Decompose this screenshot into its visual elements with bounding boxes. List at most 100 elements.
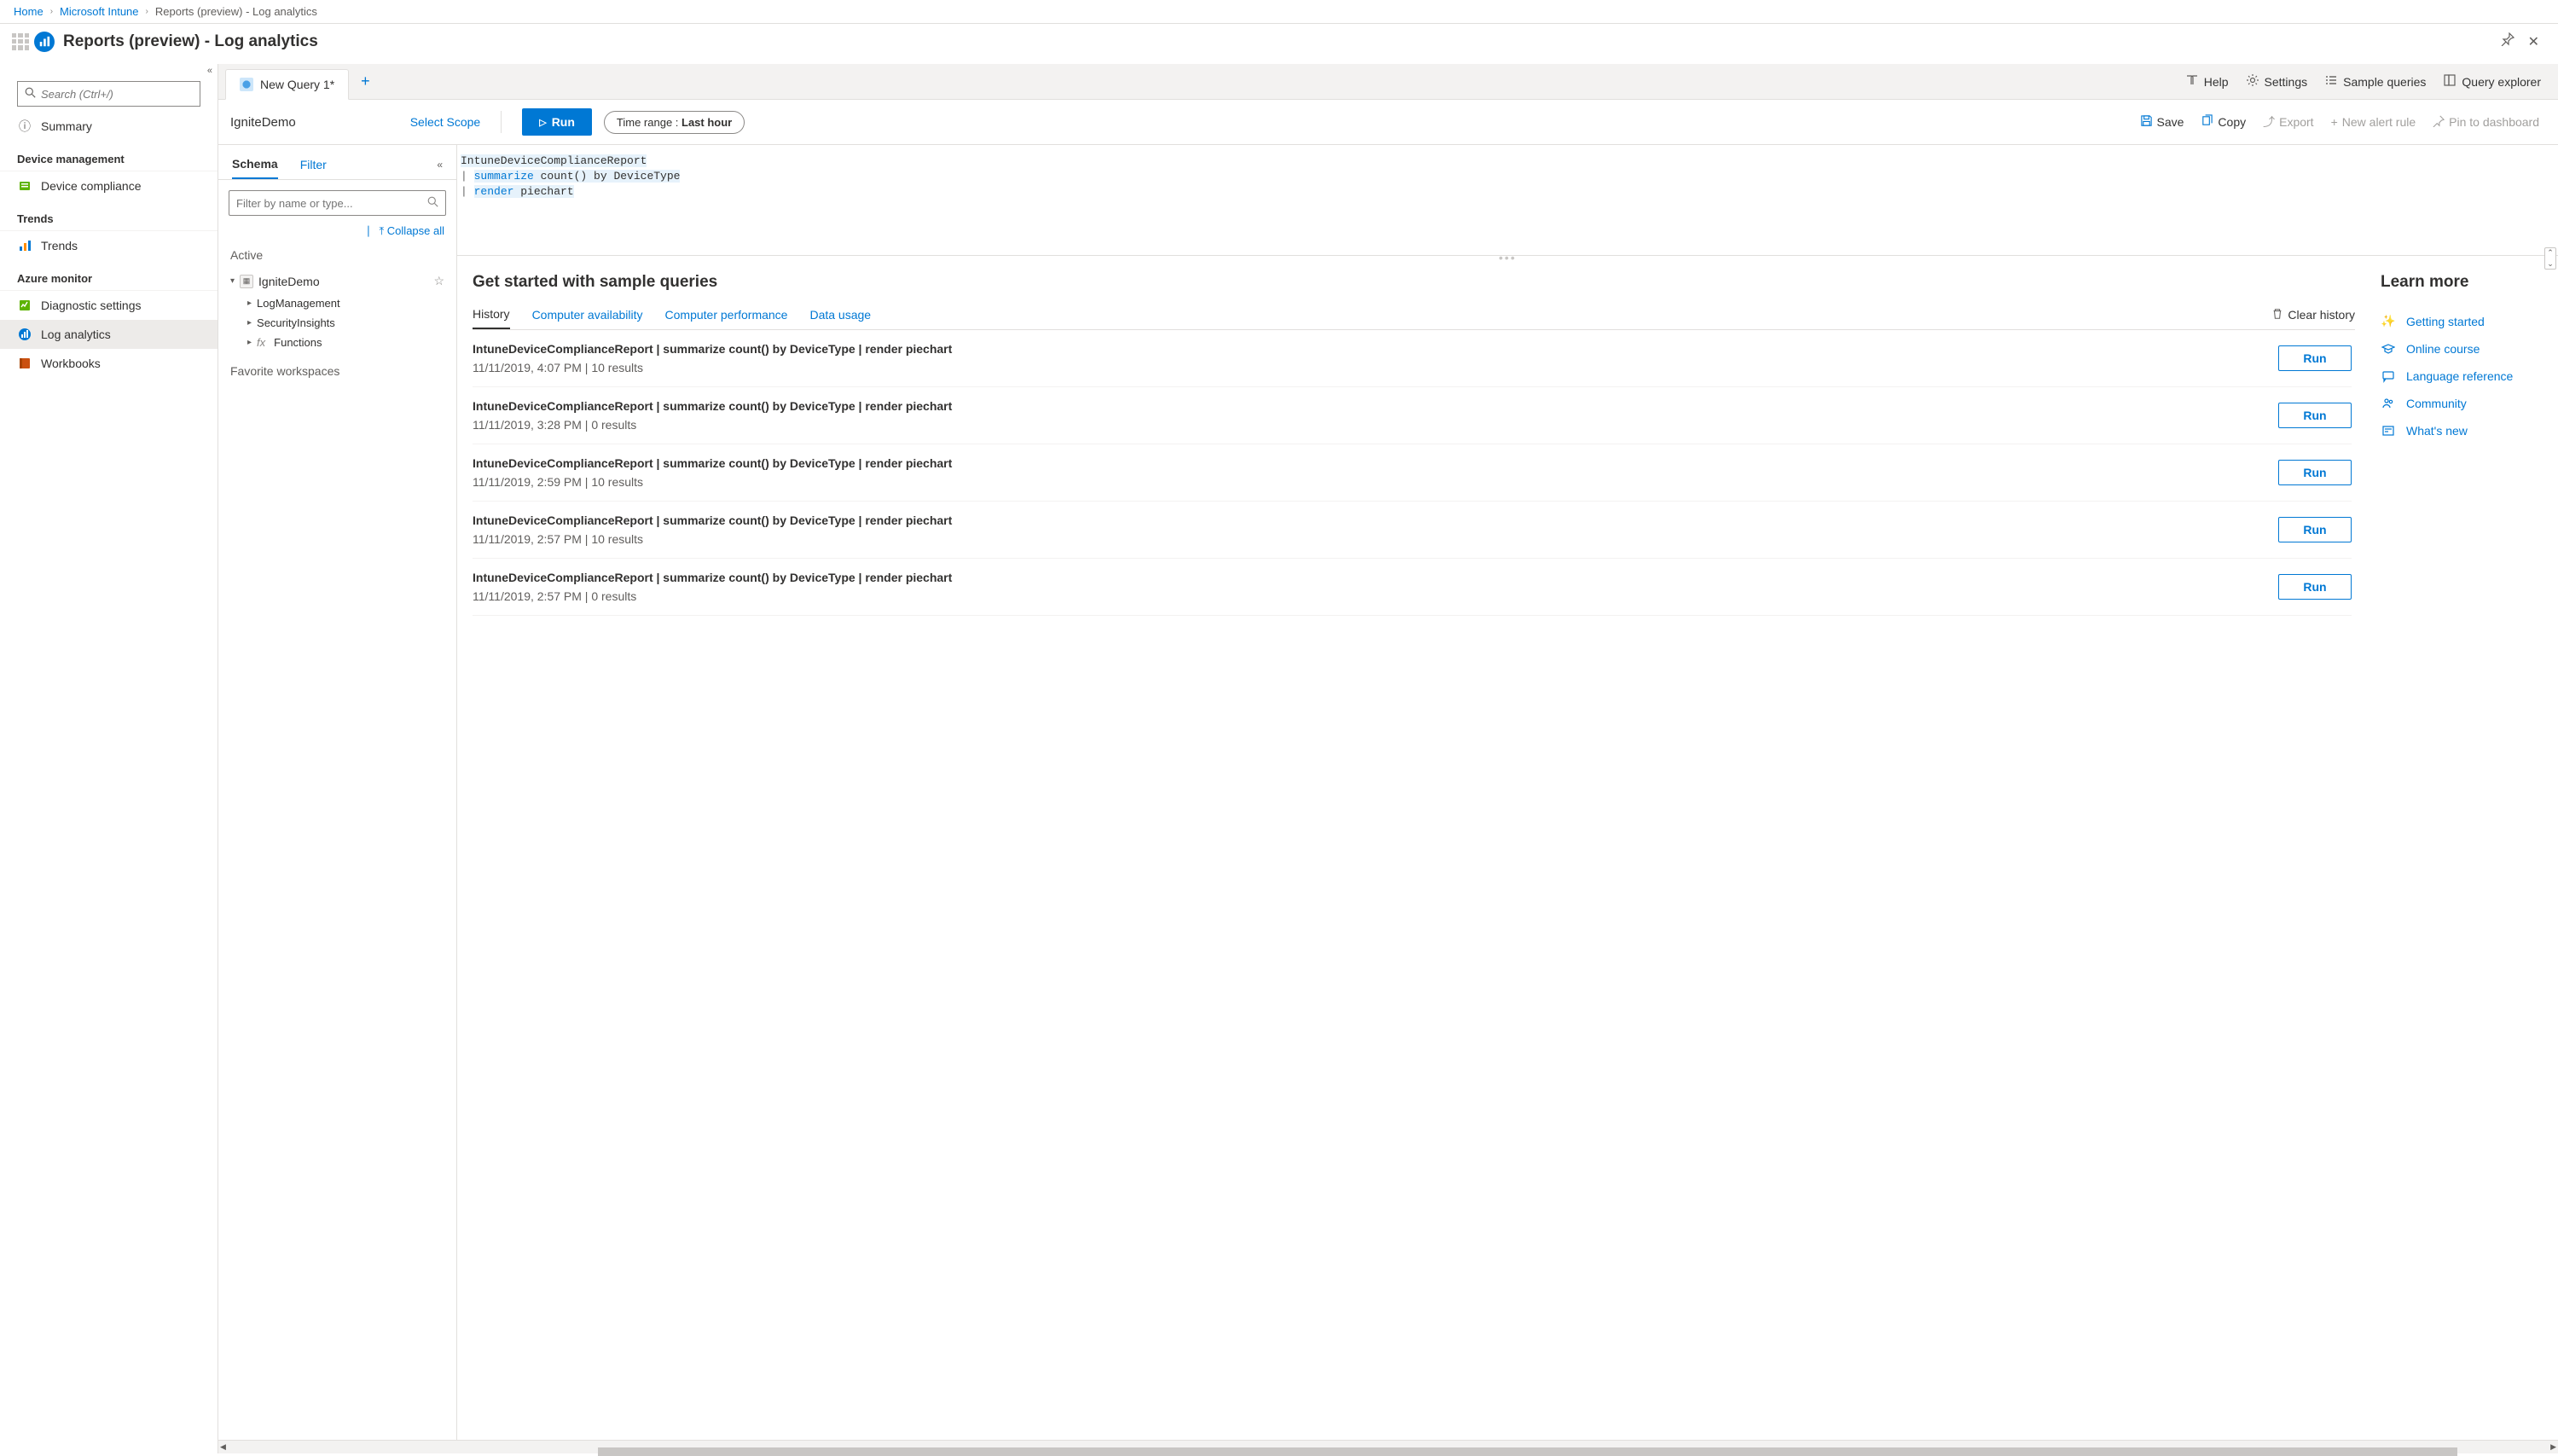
sidebar-group-azure-monitor: Azure monitor xyxy=(0,260,218,291)
pin-label: Pin to dashboard xyxy=(2449,115,2539,129)
time-range-value: Last hour xyxy=(682,116,732,129)
horizontal-scrollbar[interactable]: ◀ ▶ xyxy=(218,1440,2558,1453)
breadcrumb-intune[interactable]: Microsoft Intune xyxy=(60,5,139,18)
save-label: Save xyxy=(2157,115,2184,129)
tab-computer-availability[interactable]: Computer availability xyxy=(532,301,643,328)
schema-search-input[interactable] xyxy=(236,197,427,210)
tab-history[interactable]: History xyxy=(473,300,510,329)
sidebar-search-input[interactable] xyxy=(41,88,193,101)
settings-button[interactable]: Settings xyxy=(2237,68,2317,95)
select-scope-link[interactable]: Select Scope xyxy=(410,115,481,129)
clear-history-button[interactable]: Clear history xyxy=(2271,308,2355,322)
time-range-label: Time range : xyxy=(617,116,682,129)
history-run-button[interactable]: Run xyxy=(2278,403,2352,428)
history-run-button[interactable]: Run xyxy=(2278,460,2352,485)
copy-button[interactable]: Copy xyxy=(2194,111,2253,133)
learn-more-heading: Learn more xyxy=(2381,273,2548,292)
editor-keyword: render xyxy=(474,185,514,198)
sidebar-item-label: Log analytics xyxy=(41,328,111,341)
history-row: IntuneDeviceComplianceReport | summarize… xyxy=(473,387,2352,444)
schema-search[interactable] xyxy=(229,190,446,216)
fx-icon: fx xyxy=(257,336,265,349)
history-run-button[interactable]: Run xyxy=(2278,345,2352,371)
caret-right-icon: ▸ xyxy=(247,338,252,347)
sidebar-item-workbooks[interactable]: Workbooks xyxy=(0,349,218,378)
learn-getting-started[interactable]: ✨Getting started xyxy=(2381,307,2548,335)
sidebar-search[interactable] xyxy=(17,81,200,107)
save-icon xyxy=(2140,114,2153,130)
schema-favorite-header: Favorite workspaces xyxy=(218,357,456,385)
vertical-resize-handle[interactable]: ⌃⌄ xyxy=(2544,247,2556,270)
learn-whats-new[interactable]: What's new xyxy=(2381,417,2548,444)
scroll-left-icon[interactable]: ◀ xyxy=(220,1442,226,1452)
editor-text: piechart xyxy=(513,185,573,198)
history-query: IntuneDeviceComplianceReport | summarize… xyxy=(473,456,2265,470)
page-title: Reports (preview) - Log analytics xyxy=(63,32,2494,51)
editor-keyword: summarize xyxy=(474,170,534,183)
time-range-picker[interactable]: Time range : Last hour xyxy=(604,111,745,134)
copy-label: Copy xyxy=(2218,115,2246,129)
chevron-right-icon: › xyxy=(146,7,148,16)
star-icon[interactable]: ☆ xyxy=(433,274,444,288)
save-button[interactable]: Save xyxy=(2133,111,2191,133)
query-tabs-row: New Query 1* + Help Settings Sample quer… xyxy=(218,64,2558,100)
help-button[interactable]: Help xyxy=(2177,68,2237,95)
chat-icon xyxy=(2381,369,2396,383)
history-run-button[interactable]: Run xyxy=(2278,574,2352,600)
query-tab-1[interactable]: New Query 1* xyxy=(225,69,349,100)
sidebar-item-log-analytics[interactable]: Log analytics xyxy=(0,320,218,349)
caret-right-icon: ▸ xyxy=(247,318,252,328)
learn-online-course[interactable]: Online course xyxy=(2381,335,2548,363)
tab-computer-performance[interactable]: Computer performance xyxy=(665,301,788,328)
tab-schema[interactable]: Schema xyxy=(232,150,278,179)
new-alert-label: New alert rule xyxy=(2342,115,2416,129)
sidebar-item-trends[interactable]: Trends xyxy=(0,231,218,260)
learn-language-reference[interactable]: Language reference xyxy=(2381,363,2548,390)
schema-workspace-node[interactable]: ▾ ▦ IgniteDemo ☆ xyxy=(218,269,456,293)
editor-pipe: | xyxy=(461,185,474,198)
run-button[interactable]: Run xyxy=(522,108,592,136)
schema-child-securityinsights[interactable]: ▸ SecurityInsights xyxy=(218,313,456,333)
workspace-icon: ▦ xyxy=(240,275,253,288)
breadcrumb-home[interactable]: Home xyxy=(14,5,44,18)
schema-child-label: SecurityInsights xyxy=(257,316,335,329)
log-analytics-icon xyxy=(17,327,32,342)
tab-filter[interactable]: Filter xyxy=(300,151,327,178)
apps-icon[interactable] xyxy=(12,33,29,50)
sidebar-item-diagnostic-settings[interactable]: Diagnostic settings xyxy=(0,291,218,320)
query-editor[interactable]: IntuneDeviceComplianceReport | summarize… xyxy=(457,145,2558,256)
tab-data-usage[interactable]: Data usage xyxy=(809,301,871,328)
collapse-all-link[interactable]: ⎸⤒ Collapse all xyxy=(368,224,444,237)
sidebar-group-trends: Trends xyxy=(0,200,218,231)
log-analytics-icon xyxy=(34,32,55,52)
history-query: IntuneDeviceComplianceReport | summarize… xyxy=(473,513,2265,527)
pin-icon[interactable] xyxy=(2494,29,2521,54)
schema-panel: Schema Filter « ⎸⤒ Collapse all Active ▾… xyxy=(218,145,457,1440)
query-explorer-button[interactable]: Query explorer xyxy=(2434,68,2549,95)
sample-queries-button[interactable]: Sample queries xyxy=(2316,68,2434,95)
schema-child-logmanagement[interactable]: ▸LogManagement xyxy=(218,293,456,313)
pin-icon xyxy=(2433,115,2445,130)
schema-active-header: Active xyxy=(218,241,456,269)
sidebar-item-device-compliance[interactable]: Device compliance xyxy=(0,171,218,200)
scroll-right-icon[interactable]: ▶ xyxy=(2550,1442,2556,1452)
history-run-button[interactable]: Run xyxy=(2278,517,2352,542)
close-icon[interactable]: ✕ xyxy=(2521,30,2546,54)
collapse-sidebar-icon[interactable]: « xyxy=(207,66,212,76)
horizontal-splitter[interactable]: ••• xyxy=(457,251,2558,259)
new-query-tab[interactable]: + xyxy=(349,66,382,97)
clear-history-label: Clear history xyxy=(2288,308,2355,322)
sidebar-item-summary[interactable]: ⓘ Summary xyxy=(0,112,218,141)
new-alert-button: +New alert rule xyxy=(2324,112,2423,132)
help-label: Help xyxy=(2204,75,2229,89)
context-name: IgniteDemo xyxy=(230,115,296,130)
breadcrumb: Home › Microsoft Intune › Reports (previ… xyxy=(0,0,2558,24)
learn-community[interactable]: Community xyxy=(2381,390,2548,417)
history-list[interactable]: IntuneDeviceComplianceReport | summarize… xyxy=(473,330,2355,1440)
toolbar: IgniteDemo Select Scope Run Time range :… xyxy=(218,100,2558,145)
history-query: IntuneDeviceComplianceReport | summarize… xyxy=(473,399,2265,413)
collapse-schema-icon[interactable]: « xyxy=(437,159,443,171)
schema-child-functions[interactable]: ▸fxFunctions xyxy=(218,333,456,352)
search-icon xyxy=(427,196,438,210)
scrollbar-thumb[interactable] xyxy=(598,1447,2457,1456)
